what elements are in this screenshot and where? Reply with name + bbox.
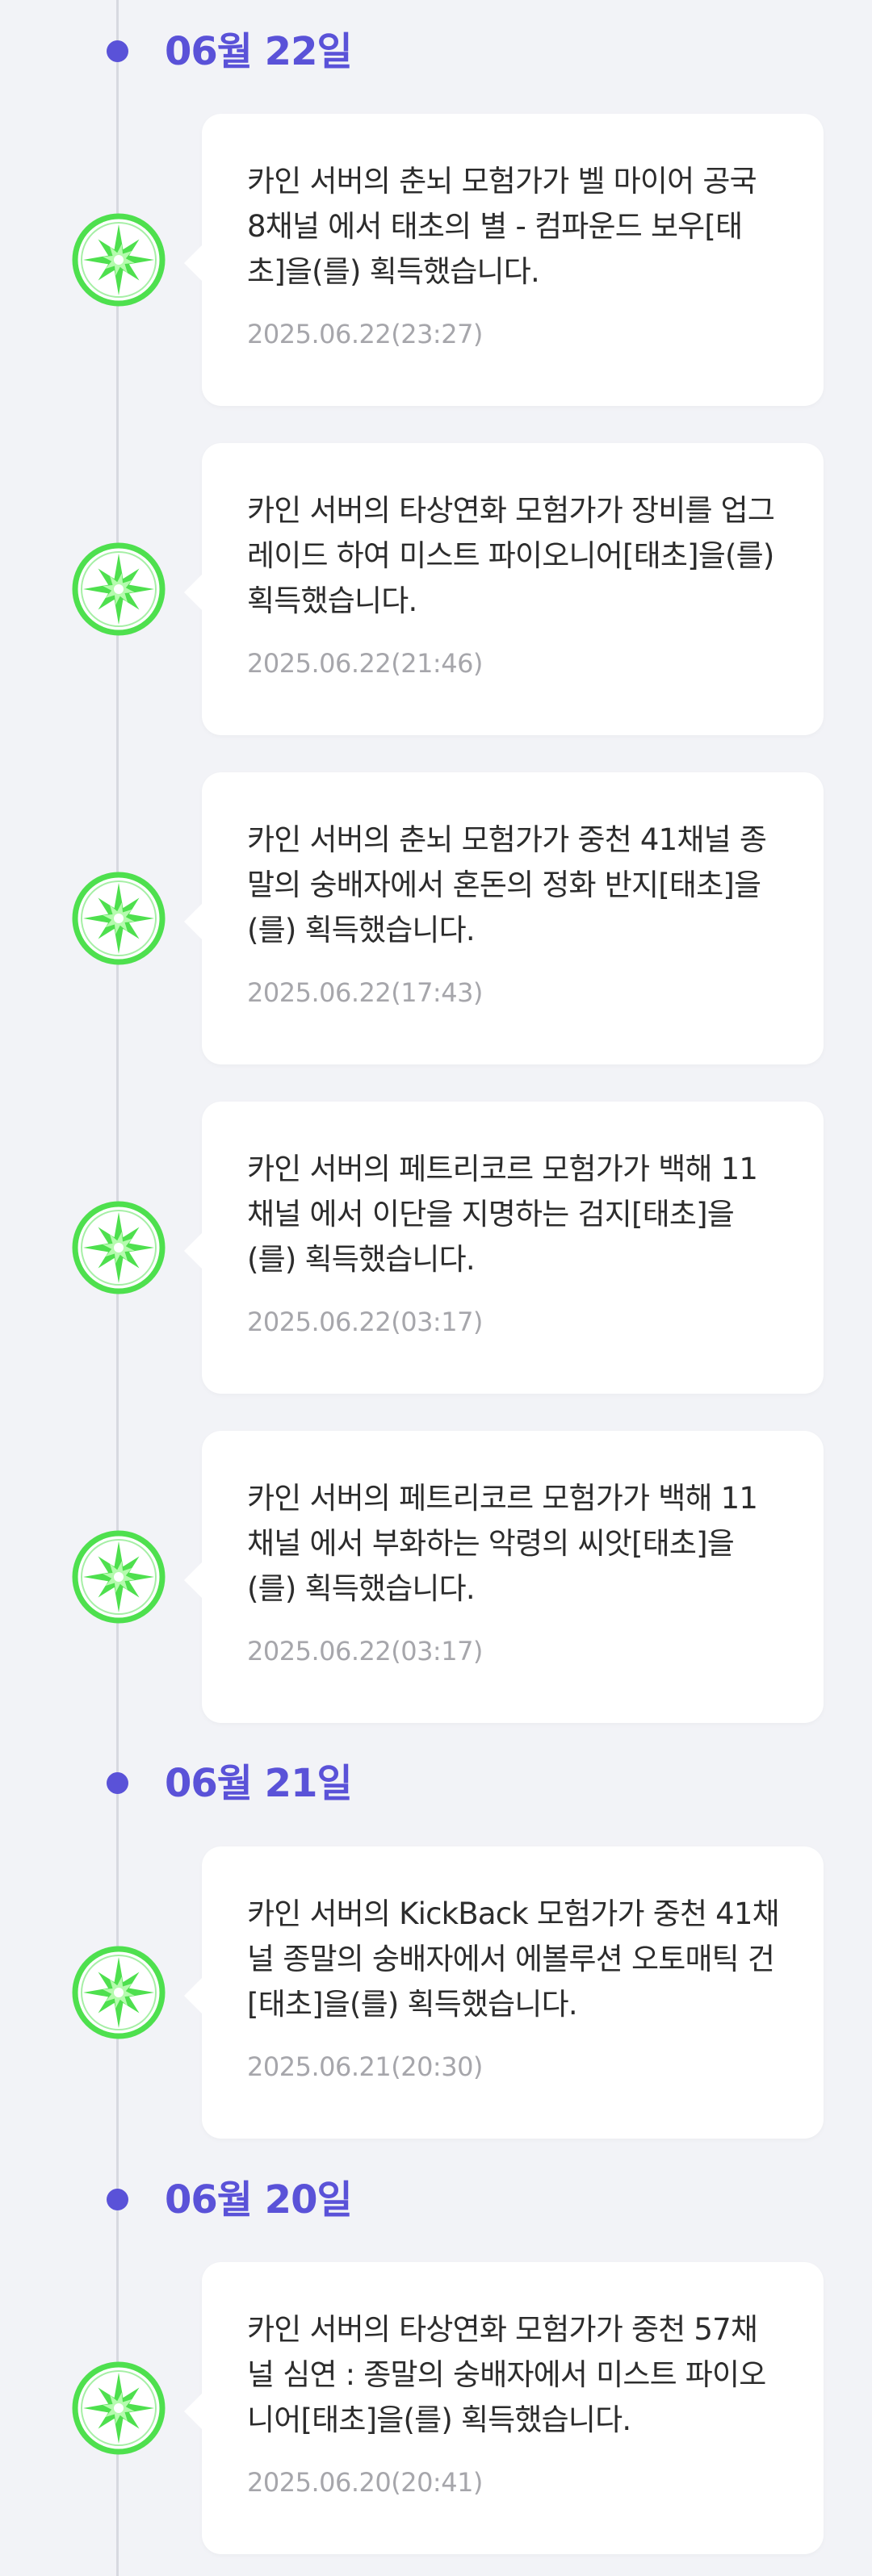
green-star-emblem-icon <box>71 212 166 307</box>
drop-card[interactable]: 카인 서버의 타상연화 모험가가 장비를 업그레이드 하여 미스트 파이오니어[… <box>184 443 824 735</box>
drop-history-timeline: 06월 22일 카인 서버의 춘뇌 모험가가 벨 마이어 공국 8채널 에서 태… <box>0 0 872 2576</box>
drop-timestamp: 2025.06.22(03:17) <box>247 1307 483 1337</box>
drop-timestamp: 2025.06.22(23:27) <box>247 319 483 349</box>
drop-card[interactable]: 카인 서버의 KickBack 모험가가 중천 41채널 종말의 숭배자에서 에… <box>184 1846 824 2139</box>
date-label: 06월 20일 <box>165 2177 353 2223</box>
drop-timestamp: 2025.06.20(20:41) <box>247 2467 483 2498</box>
drop-card[interactable]: 카인 서버의 페트리코르 모험가가 백해 11채널 에서 이단을 지명하는 검지… <box>184 1102 824 1394</box>
drop-card[interactable]: 카인 서버의 타상연화 모험가가 중천 57채널 심연 : 종말의 숭배자에서 … <box>184 2262 824 2554</box>
green-star-emblem-icon <box>71 1529 166 1625</box>
drop-message: 카인 서버의 춘뇌 모험가가 벨 마이어 공국 8채널 에서 태초의 별 - 컴… <box>247 164 757 289</box>
drop-message: 카인 서버의 타상연화 모험가가 장비를 업그레이드 하여 미스트 파이오니어[… <box>247 493 775 618</box>
date-header: 06월 20일 <box>0 2171 872 2227</box>
drop-message: 카인 서버의 KickBack 모험가가 중천 41채널 종말의 숭배자에서 에… <box>247 1896 780 2022</box>
drop-timestamp: 2025.06.21(20:30) <box>247 2051 483 2082</box>
drop-timestamp: 2025.06.22(21:46) <box>247 648 483 679</box>
drop-message: 카인 서버의 타상연화 모험가가 중천 57채널 심연 : 종말의 숭배자에서 … <box>247 2312 766 2437</box>
date-header: 06월 22일 <box>0 23 872 79</box>
green-star-emblem-icon <box>71 2361 166 2456</box>
timeline-dot <box>107 2189 128 2210</box>
drop-message: 카인 서버의 춘뇌 모험가가 중천 41채널 종말의 숭배자에서 혼돈의 정화 … <box>247 822 767 947</box>
drop-card[interactable]: 카인 서버의 페트리코르 모험가가 백해 11채널 에서 부화하는 악령의 씨앗… <box>184 1431 824 1723</box>
green-star-emblem-icon <box>71 871 166 966</box>
timeline-dot <box>107 1772 128 1794</box>
green-star-emblem-icon <box>71 1945 166 2040</box>
drop-timestamp: 2025.06.22(17:43) <box>247 977 483 1008</box>
date-label: 06월 21일 <box>165 1761 353 1806</box>
drop-card[interactable]: 카인 서버의 춘뇌 모험가가 벨 마이어 공국 8채널 에서 태초의 별 - 컴… <box>184 114 824 406</box>
drop-message: 카인 서버의 페트리코르 모험가가 백해 11채널 에서 이단을 지명하는 검지… <box>247 1152 758 1277</box>
green-star-emblem-icon <box>71 542 166 637</box>
date-label: 06월 22일 <box>165 29 353 74</box>
drop-card[interactable]: 카인 서버의 춘뇌 모험가가 중천 41채널 종말의 숭배자에서 혼돈의 정화 … <box>184 772 824 1064</box>
drop-timestamp: 2025.06.22(03:17) <box>247 1636 483 1666</box>
drop-message: 카인 서버의 페트리코르 모험가가 백해 11채널 에서 부화하는 악령의 씨앗… <box>247 1481 758 1606</box>
date-header: 06월 21일 <box>0 1754 872 1811</box>
timeline-dot <box>107 40 128 62</box>
green-star-emblem-icon <box>71 1200 166 1295</box>
